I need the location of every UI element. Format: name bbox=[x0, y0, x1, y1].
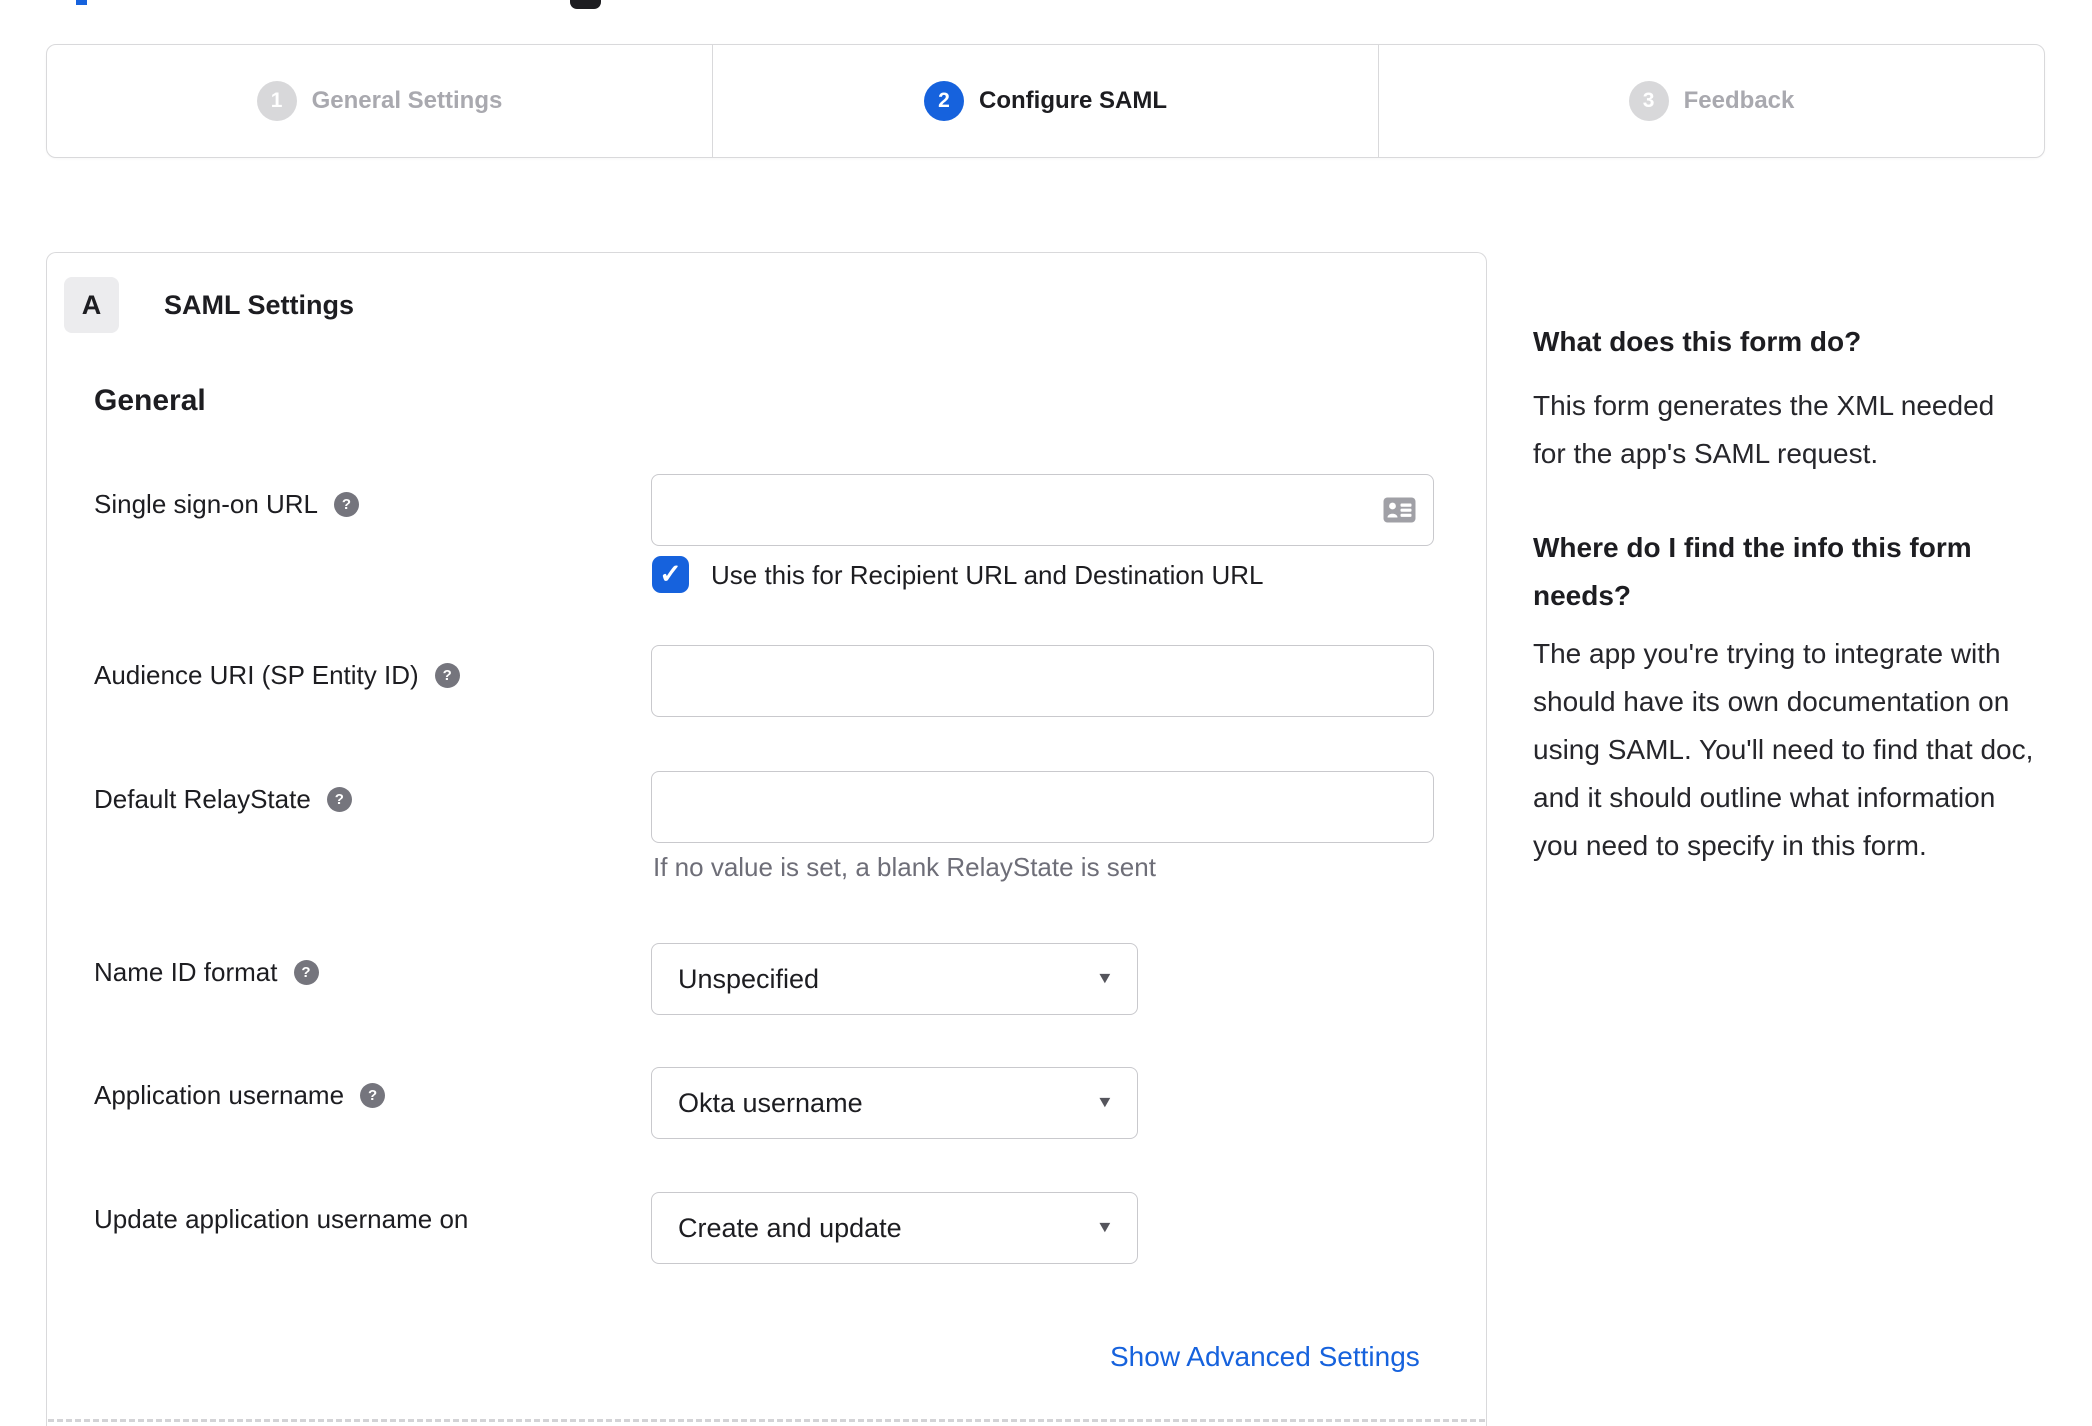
general-section-heading: General bbox=[94, 384, 206, 417]
app-username-label-row: Application username ? bbox=[94, 1078, 386, 1112]
update-username-select[interactable]: Create and update ▼ bbox=[651, 1192, 1138, 1264]
sidebar-answer-2: The app you're trying to integrate with … bbox=[1533, 638, 2034, 861]
audience-uri-label: Audience URI (SP Entity ID) bbox=[94, 659, 419, 690]
name-id-format-label-row: Name ID format ? bbox=[94, 955, 319, 989]
contact-card-icon bbox=[1383, 497, 1416, 523]
help-icon[interactable]: ? bbox=[434, 662, 460, 688]
relay-state-label-row: Default RelayState ? bbox=[94, 782, 352, 816]
step-configure-saml[interactable]: 2 Configure SAML bbox=[712, 45, 1378, 157]
app-username-label: Application username bbox=[94, 1079, 345, 1110]
panel-title: SAML Settings bbox=[164, 289, 355, 320]
step-number-badge: 1 bbox=[256, 81, 297, 121]
help-icon[interactable]: ? bbox=[326, 786, 352, 812]
audience-uri-label-row: Audience URI (SP Entity ID) ? bbox=[94, 658, 460, 692]
help-icon[interactable]: ? bbox=[360, 1082, 386, 1108]
step-general-settings[interactable]: 1 General Settings bbox=[47, 45, 712, 157]
recipient-url-checkbox-label: Use this for Recipient URL and Destinati… bbox=[711, 560, 1264, 590]
step-number-badge: 3 bbox=[1628, 81, 1669, 121]
step-label: Configure SAML bbox=[979, 87, 1167, 114]
step-label: Feedback bbox=[1683, 87, 1795, 114]
sidebar-question-1: What does this form do? bbox=[1533, 326, 1862, 357]
name-id-format-select[interactable]: Unspecified ▼ bbox=[651, 943, 1138, 1015]
relay-state-hint: If no value is set, a blank RelayState i… bbox=[653, 852, 1156, 882]
audience-uri-input[interactable] bbox=[651, 645, 1434, 717]
select-value: Unspecified bbox=[678, 963, 820, 994]
step-number-badge: 2 bbox=[924, 81, 964, 121]
sso-url-label: Single sign-on URL bbox=[94, 488, 319, 519]
select-value: Okta username bbox=[678, 1087, 863, 1118]
sidebar-question-2: Where do I find the info this form needs… bbox=[1533, 532, 1972, 611]
section-dashed-divider bbox=[48, 1419, 1485, 1422]
app-username-select[interactable]: Okta username ▼ bbox=[651, 1067, 1138, 1139]
chevron-down-icon: ▼ bbox=[1095, 1219, 1115, 1236]
help-icon[interactable]: ? bbox=[293, 959, 319, 985]
chevron-down-icon: ▼ bbox=[1095, 1094, 1115, 1111]
clipped-logo-artifact bbox=[570, 0, 601, 9]
step-feedback[interactable]: 3 Feedback bbox=[1378, 45, 2044, 157]
step-label: General Settings bbox=[311, 87, 503, 114]
configure-saml-page: 1 General Settings 2 Configure SAML 3 Fe… bbox=[0, 0, 2092, 1426]
relay-state-label: Default RelayState bbox=[94, 783, 311, 814]
select-value: Create and update bbox=[678, 1212, 902, 1243]
update-username-label: Update application username on bbox=[94, 1203, 469, 1234]
sso-url-input[interactable] bbox=[651, 474, 1434, 546]
name-id-format-label: Name ID format bbox=[94, 956, 278, 987]
wizard-stepper: 1 General Settings 2 Configure SAML 3 Fe… bbox=[46, 44, 2045, 158]
check-icon: ✓ bbox=[659, 559, 682, 589]
update-username-label-row: Update application username on bbox=[94, 1202, 468, 1236]
sidebar-answer-1: This form generates the XML needed for t… bbox=[1533, 390, 1995, 469]
relay-state-input[interactable] bbox=[651, 771, 1434, 843]
show-advanced-settings-link[interactable]: Show Advanced Settings bbox=[1110, 1341, 1420, 1373]
sso-url-input-wrap bbox=[651, 474, 1434, 546]
sso-url-label-row: Single sign-on URL ? bbox=[94, 487, 360, 521]
recipient-url-checkbox[interactable]: ✓ bbox=[652, 556, 689, 593]
section-a-badge: A bbox=[64, 277, 119, 333]
clipped-header-artifact bbox=[76, 0, 87, 5]
chevron-down-icon: ▼ bbox=[1095, 970, 1115, 987]
help-icon[interactable]: ? bbox=[334, 491, 360, 517]
